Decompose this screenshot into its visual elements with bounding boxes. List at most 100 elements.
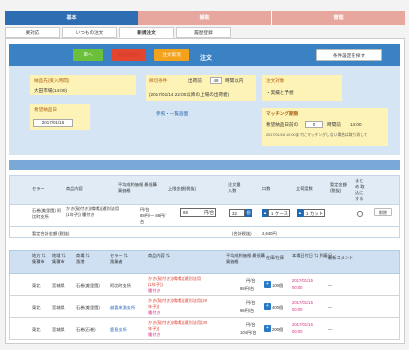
row-product-c: 種付き	[148, 332, 161, 337]
cart-col-limit: 上限金額(税抜)	[168, 186, 196, 191]
row-region: 宮城県	[52, 283, 65, 288]
order-title: 注文	[200, 56, 213, 62]
row-avg: 円/台	[246, 322, 256, 327]
cart-col-amount: 暫定金額 (税抜)	[330, 182, 347, 193]
row-time: 00:00	[292, 307, 303, 312]
list-row	[9, 274, 400, 296]
matching-text: 希望納品日前の	[266, 122, 299, 127]
history-button[interactable]: 履歴画面へ	[112, 49, 146, 61]
cart-shipping-input[interactable]: 1 カット	[303, 209, 325, 217]
cart-sum-total-value: 2,640円	[262, 231, 277, 236]
deadline-note: (2017/01/14 22:00以降の上場の出荷者)	[149, 92, 230, 97]
row-market: 石巻(美里園)	[76, 305, 100, 310]
row-region: 宮城県	[52, 305, 65, 310]
market-button[interactable]: 単へ	[73, 49, 103, 61]
list-col-product[interactable]: 商品内容 ⇅	[148, 253, 170, 259]
row-area: 東北	[32, 305, 41, 310]
cart-sum-total-label: (合計税抜)	[232, 231, 252, 236]
delivery-value: 大田市場(14:00)	[34, 88, 67, 93]
cart-col-product: 商品内容	[66, 186, 83, 191]
deadline-list-link[interactable]: 参照・一覧画面	[156, 111, 188, 117]
matching-time: 14:00	[350, 122, 362, 127]
cancel-order-button[interactable]: 注文取消	[154, 49, 189, 61]
row-seller[interactable]: 越喜来漁支所	[110, 305, 135, 311]
deadline-value: 出荷前	[188, 78, 202, 83]
cart-count-input[interactable]: 1 ケース	[268, 209, 290, 217]
cart-add-icon[interactable]: +	[264, 325, 271, 332]
matching-unit: 時間前	[327, 122, 341, 127]
delivery-label: 納品先(受入時間)	[34, 78, 70, 83]
list-col-area[interactable]: 地方 ⇅ 集積市	[32, 253, 50, 265]
row-time: 00:00	[292, 285, 303, 290]
subtab-action-needed[interactable]: 要対応	[5, 27, 60, 38]
cart-col-price: 平均成約価格 最低購買価格	[118, 182, 157, 193]
cart-product: かき(殻付き)(鳴鳴)(通別法用(1年子)) 種付き	[66, 206, 120, 217]
cart-col-group: まとめ 取込にする	[355, 178, 365, 201]
list-col-date[interactable]: 本場日付日 ⇅ 到着日	[292, 253, 332, 259]
cart-min-price: 88円/一 88円/台	[140, 213, 166, 224]
row-min: 104円/台	[240, 330, 257, 335]
group-radio[interactable]	[357, 211, 363, 217]
deadline-label: 締切条件	[149, 78, 168, 83]
subtab-new-order[interactable]: 新規注文	[119, 27, 174, 38]
cart-col-seller: セラー	[32, 186, 45, 191]
list-col-region[interactable]: 地域 ⇅ 集積市	[52, 253, 70, 265]
row-stock: 400個	[272, 305, 284, 310]
row-area: 東北	[32, 327, 41, 332]
cart-bar	[9, 160, 400, 170]
tab-admin[interactable]: 管理	[271, 11, 405, 25]
list-col-market[interactable]: 商場 ⇅ 漁港	[76, 253, 92, 265]
main-tabs: 基本 補助 管理	[5, 11, 405, 25]
row-product-c: 種付き	[148, 310, 161, 315]
row-min: 96円/台	[240, 308, 255, 313]
subtab-history-register[interactable]: 履歴登録	[176, 27, 231, 38]
row-comment: —	[328, 283, 333, 288]
row-avg: 円/台	[246, 300, 256, 305]
delete-button[interactable]: 削除	[374, 208, 392, 216]
row-product-c: 種付き	[148, 288, 161, 293]
row-stock: 200個	[272, 327, 284, 332]
find-condition-button[interactable]: 条件設定を探す	[316, 49, 382, 61]
desired-date-input[interactable]: 2017/01/16	[33, 119, 73, 127]
row-comment: —	[328, 327, 333, 332]
row-seller[interactable]: 鹿島支所	[110, 327, 127, 333]
cart-col-qty: 注文量 入数	[228, 182, 241, 193]
cart-col-count: 口数	[262, 186, 271, 191]
matching-label: マッチング期限	[266, 111, 299, 116]
cart-add-icon[interactable]: +	[264, 303, 271, 310]
row-area: 東北	[32, 283, 41, 288]
tab-basic[interactable]: 基本	[5, 11, 138, 25]
row-min: 88円/台	[240, 286, 255, 291]
row-market: 石巻(美里園)	[76, 283, 100, 288]
cart-col-shipping: 立荷度数	[296, 186, 313, 191]
row-comment: —	[328, 305, 333, 310]
row-date: 2017/01/15	[292, 278, 313, 283]
row-time: 00:00	[292, 329, 303, 334]
matching-note: 2017/01/16 12:00までにマッチングしない場合は取り消して	[266, 133, 368, 137]
subtab-usual-order[interactable]: いつもの注文	[62, 27, 117, 38]
row-stock: 100個	[272, 283, 284, 288]
cart-seller: 石巻(美里園) 阿比町支所	[32, 208, 62, 219]
list-col-seller[interactable]: セラー ⇅ 漁業者	[110, 253, 130, 265]
tab-support[interactable]: 補助	[138, 11, 271, 25]
cart-limit-input[interactable]: 88 円/台	[180, 208, 216, 217]
cart-sum-label: 暫定合計金額 (税抜)	[32, 231, 70, 236]
sub-tabs: 要対応 いつもの注文 新規注文 履歴登録	[5, 27, 231, 38]
list-col-stock: 在庫/在庫	[266, 255, 284, 260]
matching-hours-input[interactable]: 0	[305, 121, 323, 128]
cart-qty-input[interactable]: 32	[229, 209, 245, 217]
row-date: 2017/01/15	[292, 322, 313, 327]
row-avg: 円/台	[246, 278, 256, 283]
deadline-hours-input[interactable]: 48	[210, 77, 222, 84]
deadline-unit: 時間以内	[225, 78, 244, 83]
row-seller: 阿比町支所	[110, 283, 131, 288]
list-col-price: 平均成約価格 最低購買価格	[226, 253, 265, 264]
row-date: 2017/01/15	[292, 300, 313, 305]
list-col-comment: 最新コメント	[328, 255, 354, 260]
target-label: 注文対象	[266, 78, 285, 83]
row-region: 宮城県	[52, 327, 65, 332]
desired-date-label: 希望納品日	[34, 107, 57, 112]
qty-spinner[interactable]: 個	[245, 209, 252, 217]
row-market: 石巻(石巻)	[76, 327, 96, 332]
cart-add-icon[interactable]: +	[264, 281, 271, 288]
